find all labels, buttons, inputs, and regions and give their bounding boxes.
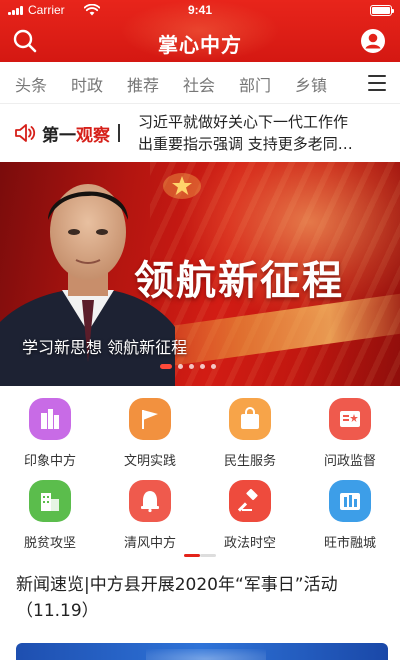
grid-item-impression[interactable]: 印象中方 (0, 386, 100, 469)
grid-item-label: 民生服务 (223, 454, 276, 469)
tab-society[interactable]: 社会 (183, 72, 215, 96)
page-indicator-segment (184, 554, 200, 557)
book-icon (329, 480, 371, 522)
carousel-dot[interactable] (211, 364, 216, 369)
grid-item-civilization[interactable]: 文明实践 (100, 386, 200, 469)
gavel-icon (229, 480, 271, 522)
banner-carousel[interactable]: 领航新征程 学习新思想 领航新征程 (0, 162, 400, 386)
first-observe-label-prefix: 第一 (42, 125, 76, 146)
article-thumbnail[interactable] (16, 643, 388, 660)
profile-button[interactable] (360, 28, 386, 54)
shopping-bag-icon (229, 398, 271, 440)
bell-icon (129, 480, 171, 522)
grid-item-clean-wind[interactable]: 清风中方 (100, 468, 200, 551)
carousel-dot[interactable] (160, 364, 172, 369)
article-title[interactable]: 新闻速览|中方县开展2020年“军事日”活动（11.19） (16, 572, 386, 624)
carousel-dot[interactable] (200, 364, 205, 369)
grid-item-poverty[interactable]: 脱贫攻坚 (0, 468, 100, 551)
first-observe-label-highlight: 观察 (76, 125, 110, 146)
grid-item-legal[interactable]: 政法时空 (200, 468, 300, 551)
status-time: 9:41 (187, 3, 213, 17)
grid-item-supervision[interactable]: 问政监督 (300, 386, 400, 469)
user-profile-icon (361, 29, 385, 53)
grid-item-prosperity[interactable]: 旺市融城 (300, 468, 400, 551)
observe-headline-line1: 习近平就做好关心下一代工作作 (138, 113, 349, 131)
grid-page-indicator (184, 554, 216, 557)
grid-item-label: 印象中方 (23, 454, 76, 469)
tab-politics[interactable]: 时政 (71, 72, 103, 96)
first-observe-ticker[interactable]: 第一观察 习近平就做好关心下一代工作作 出重要指示强调 支持更多老同… (0, 104, 400, 162)
grid-item-label: 问政监督 (323, 454, 376, 469)
app-title: 掌心中方 (158, 33, 242, 57)
category-tabs: 头条 时政 推荐 社会 部门 乡镇 (0, 62, 400, 104)
battery-icon (370, 5, 394, 16)
page-indicator-segment (200, 554, 216, 557)
speaker-icon (15, 124, 36, 142)
carousel-dot[interactable] (189, 364, 194, 369)
hamburger-menu-icon[interactable] (368, 75, 386, 91)
grid-item-label: 旺市融城 (323, 536, 376, 551)
document-icon (329, 398, 371, 440)
banner-headline: 领航新征程 (134, 258, 344, 304)
battery-level (372, 7, 390, 14)
observe-headline[interactable]: 习近平就做好关心下一代工作作 出重要指示强调 支持更多老同… (138, 111, 388, 155)
tab-headlines[interactable]: 头条 (15, 72, 47, 96)
buildings-icon (29, 398, 71, 440)
carousel-dot[interactable] (178, 364, 183, 369)
status-bar: Carrier 9:41 (0, 0, 400, 20)
first-observe-header: 第一观察 (14, 121, 120, 146)
house-icon (29, 480, 71, 522)
app-header: Carrier 9:41 掌心中方 (0, 0, 400, 62)
tab-departments[interactable]: 部门 (239, 72, 271, 96)
tab-recommended[interactable]: 推荐 (127, 72, 159, 96)
grid-item-label: 脱贫攻坚 (23, 536, 76, 551)
service-grid: 印象中方 文明实践 民生服务 问政监督 脱贫攻坚 清风中方 政法时空 旺市融城 (0, 386, 400, 558)
grid-item-label: 清风中方 (123, 536, 176, 551)
grid-item-livelihood[interactable]: 民生服务 (200, 386, 300, 469)
banner-caption: 学习新思想 领航新征程 (22, 338, 188, 357)
flag-icon (129, 398, 171, 440)
first-observe-label: 第一观察 (42, 121, 110, 146)
grid-item-label: 文明实践 (123, 454, 176, 469)
observe-headline-line2: 出重要指示强调 支持更多老同… (138, 135, 353, 153)
grid-item-label: 政法时空 (223, 536, 276, 551)
tab-townships[interactable]: 乡镇 (295, 72, 327, 96)
separator (118, 124, 120, 142)
